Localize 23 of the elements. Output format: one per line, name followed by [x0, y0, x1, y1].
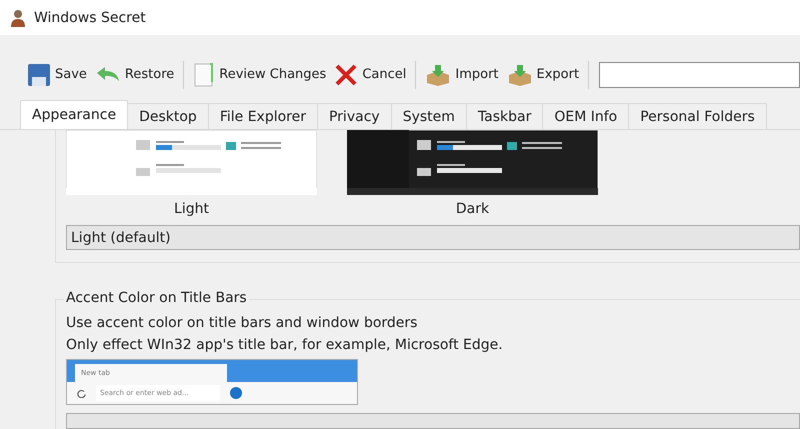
review-button[interactable]: Review Changes [190, 60, 330, 90]
theme-dropdown[interactable]: Light (default) [66, 225, 800, 250]
restore-button[interactable]: Restore [92, 62, 178, 87]
note-text: Only effect WIn32 app's title bar, for example, Microsoft Edge. [66, 337, 504, 353]
save-button[interactable]: Save [24, 60, 90, 89]
refresh-icon [77, 388, 86, 398]
person-icon [10, 8, 26, 27]
box-arrow-icon [425, 62, 452, 87]
document-icon [193, 62, 216, 88]
close-icon [334, 62, 358, 87]
export-button[interactable]: Export [504, 60, 582, 89]
theme-label: Light [174, 201, 209, 217]
search-field[interactable] [599, 62, 800, 88]
import-button[interactable]: Import [422, 60, 502, 89]
cancel-button[interactable]: Cancel [331, 60, 410, 89]
profile-icon [230, 387, 242, 399]
description-text: Use accent color on title bars and window borders [66, 315, 418, 331]
dropdown-field[interactable] [66, 413, 800, 429]
tab[interactable]: Appearance [20, 100, 128, 129]
box-arrow-icon [506, 62, 533, 87]
tab[interactable]: Personal Folders [628, 103, 767, 129]
theme-label: Dark [456, 201, 490, 217]
window-title: Windows Secret [34, 10, 146, 26]
